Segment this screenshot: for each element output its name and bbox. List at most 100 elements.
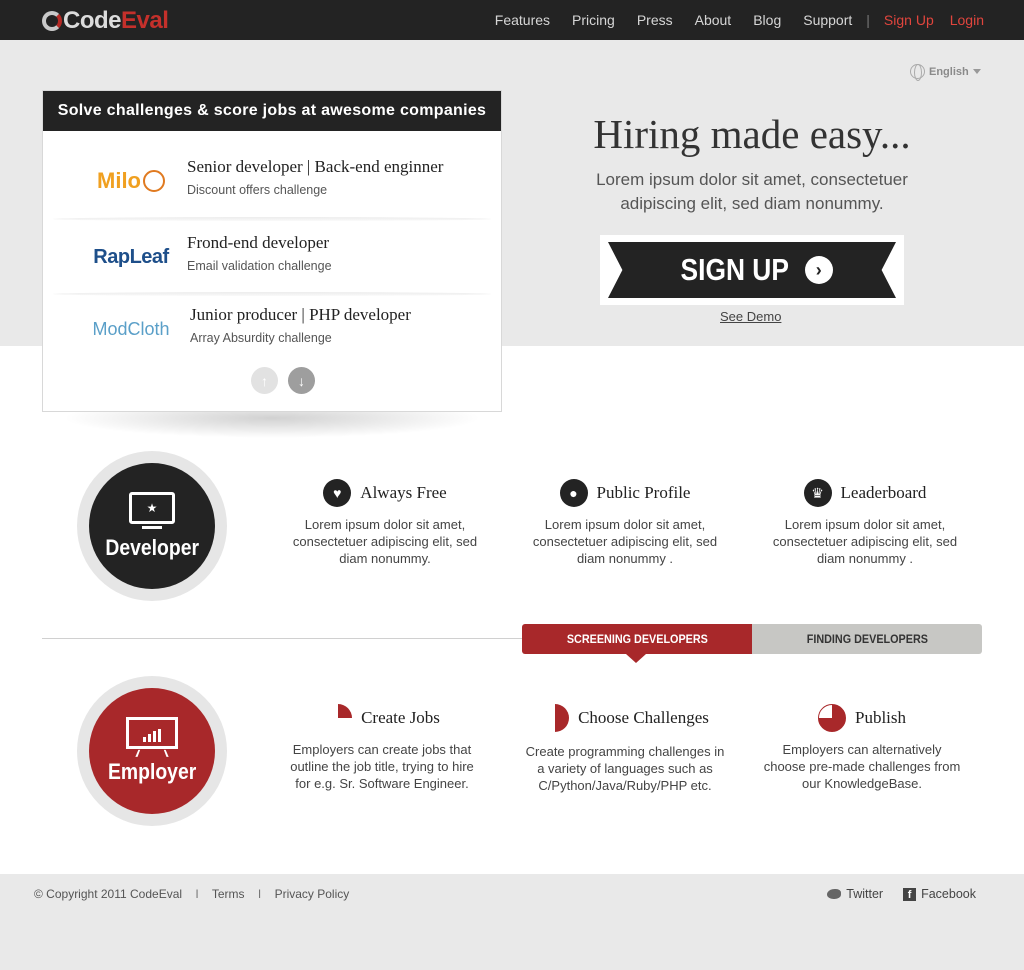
job-title: Junior producer | PHP developer (190, 305, 411, 324)
monitor-stand (142, 525, 162, 529)
rapleaf-logo: RapLeaf (83, 237, 179, 277)
hero-title: Hiring made easy... (593, 111, 911, 157)
twitter-link[interactable]: Twitter (846, 887, 883, 901)
developer-label: Developer (105, 534, 199, 560)
footer-links: © Copyright 2011 CodeEval I Terms I Priv… (34, 887, 359, 901)
tab-screening-developers[interactable]: SCREENING DEVELOPERS (522, 624, 752, 663)
job-divider (53, 217, 491, 221)
company-logo-text: Milo (97, 168, 141, 193)
developer-badge-core: ★ Developer (89, 463, 215, 589)
section-divider (42, 638, 522, 639)
job-challenge: Array Absurdity challenge (190, 331, 332, 345)
job-challenge: Email validation challenge (187, 259, 332, 273)
language-label: English (929, 65, 969, 78)
monitor-icon: ★ (129, 491, 175, 524)
users-icon: ● (559, 479, 588, 507)
privacy-policy-link[interactable]: Privacy Policy (275, 887, 350, 901)
presentation-board-icon (126, 717, 178, 749)
board-legs (135, 749, 169, 757)
three-quarter-pie-icon (817, 704, 846, 732)
feature-text: Lorem ipsum dolor sit amet, consectetuer… (772, 517, 958, 566)
nav-login-link[interactable]: Login (950, 12, 984, 28)
feature-title: Public Profile (596, 483, 691, 502)
step-text: Employers can alternatively choose pre-m… (763, 742, 961, 791)
facebook-link[interactable]: Facebook (921, 887, 976, 901)
job-item[interactable]: RapLeaf Frond-end developer Email valida… (43, 225, 501, 297)
quarter-pie-icon (324, 704, 353, 732)
signup-ribbon[interactable]: SIGN UP › (608, 242, 896, 298)
logo-text-eval: Eval (121, 7, 169, 34)
terms-link[interactable]: Terms (212, 887, 245, 901)
chevron-right-icon: › (804, 256, 833, 284)
feature-text: Lorem ipsum dolor sit amet, consectetuer… (292, 517, 478, 566)
step-choose-challenges: Choose Challenges Create programming cha… (525, 704, 725, 794)
nav-features[interactable]: Features (495, 12, 550, 28)
job-challenge: Discount offers challenge (187, 183, 328, 197)
crown-icon: ♛ (803, 479, 832, 507)
feature-text: Lorem ipsum dolor sit amet, consectetuer… (532, 517, 718, 566)
step-title: Choose Challenges (578, 708, 709, 727)
step-title: Create Jobs (361, 708, 440, 727)
codeeval-logo[interactable]: CodeEval (42, 7, 169, 35)
footer-separator: I (257, 887, 262, 901)
top-navigation-bar: CodeEval Features Pricing Press About Bl… (0, 0, 1024, 40)
heart-icon: ♥ (323, 479, 352, 507)
language-selector[interactable]: English (910, 64, 981, 81)
see-demo-link[interactable]: See Demo (720, 309, 781, 324)
employer-badge: Employer (77, 676, 227, 826)
feature-public-profile: ● Public Profile Lorem ipsum dolor sit a… (525, 479, 725, 567)
job-item[interactable]: Milo Senior developer | Back-end enginne… (43, 149, 501, 221)
jobs-pager: ↑ ↓ (251, 367, 325, 394)
signup-button-label: SIGN UP (680, 252, 790, 287)
step-publish: Publish Employers can alternatively choo… (762, 704, 962, 792)
job-title: Senior developer | Back-end enginner (187, 157, 444, 176)
step-create-jobs: Create Jobs Employers can create jobs th… (282, 704, 482, 792)
developer-badge: ★ Developer (77, 451, 227, 601)
nav-separator: | (866, 12, 870, 28)
modcloth-logo: ModCloth (83, 309, 179, 349)
employer-badge-core: Employer (89, 688, 215, 814)
dog-mascot-icon (143, 170, 165, 192)
job-title: Frond-end developer (187, 233, 330, 252)
job-divider (53, 292, 491, 296)
tab-finding-developers[interactable]: FINDING DEVELOPERS (752, 624, 982, 654)
nav-pricing[interactable]: Pricing (572, 12, 615, 28)
feature-title: Always Free (360, 483, 447, 502)
nav-about[interactable]: About (695, 12, 732, 28)
jobs-card-heading: Solve challenges & score jobs at awesome… (43, 91, 501, 131)
copyright-text: © Copyright 2011 CodeEval (34, 887, 183, 901)
globe-icon (910, 64, 925, 81)
half-pie-icon (541, 704, 570, 732)
logo-text-code: Code (63, 7, 122, 34)
step-title: Publish (854, 708, 907, 727)
logo-mark-icon (42, 11, 62, 31)
twitter-icon (827, 889, 842, 899)
nav-signup-link[interactable]: Sign Up (884, 12, 934, 28)
step-text: Create programming challenges in a varie… (525, 744, 725, 793)
milo-logo: Milo (83, 161, 179, 201)
social-links: Twitter f Facebook (827, 887, 976, 901)
tab-label: FINDING DEVELOPERS (806, 632, 928, 646)
footer: © Copyright 2011 CodeEval I Terms I Priv… (0, 874, 1024, 970)
footer-separator: I (195, 887, 199, 901)
step-text: Employers can create jobs that outline t… (290, 742, 474, 791)
feature-leaderboard: ♛ Leaderboard Lorem ipsum dolor sit amet… (765, 479, 965, 567)
facebook-icon: f (903, 887, 917, 901)
nav-press[interactable]: Press (637, 12, 673, 28)
job-item[interactable]: ModCloth Junior producer | PHP developer… (43, 297, 501, 369)
feature-always-free: ♥ Always Free Lorem ipsum dolor sit amet… (285, 479, 485, 567)
main-nav: Features Pricing Press About Blog Suppor… (473, 0, 984, 40)
signup-banner-button[interactable]: SIGN UP › (600, 235, 904, 305)
hero-subtitle: Lorem ipsum dolor sit amet, consectetuer… (596, 170, 908, 213)
employer-label: Employer (107, 759, 197, 784)
tab-label: SCREENING DEVELOPERS (566, 632, 708, 646)
arrow-down-icon[interactable]: ↓ (288, 367, 315, 394)
chevron-down-icon (972, 69, 981, 74)
arrow-up-icon[interactable]: ↑ (251, 367, 278, 394)
feature-title: Leaderboard (840, 483, 927, 502)
nav-blog[interactable]: Blog (753, 12, 781, 28)
company-logo-text: RapLeaf (93, 245, 169, 268)
jobs-card: Solve challenges & score jobs at awesome… (42, 90, 502, 412)
company-logo-text: ModCloth (92, 318, 170, 339)
nav-support[interactable]: Support (803, 12, 852, 28)
